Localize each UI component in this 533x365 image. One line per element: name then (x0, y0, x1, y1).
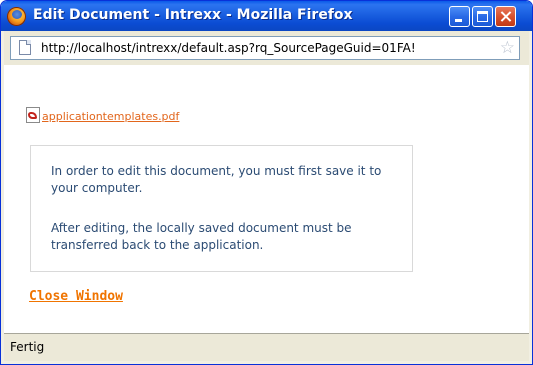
pdf-icon[interactable] (26, 107, 40, 123)
status-text: Fertig (10, 340, 45, 354)
browser-window: Edit Document - Intrexx - Mozilla Firefo… (0, 0, 533, 365)
page-icon (19, 40, 31, 55)
star-icon[interactable]: ☆ (499, 38, 515, 58)
info-box: In order to edit this document, you must… (30, 145, 413, 272)
close-window-link[interactable]: Close Window (29, 289, 123, 304)
firefox-icon (7, 7, 26, 26)
minimize-button[interactable] (449, 6, 470, 27)
status-bar: Fertig (4, 333, 529, 361)
close-button[interactable] (495, 6, 516, 27)
attachment-link[interactable]: applicationtemplates.pdf (42, 110, 179, 123)
address-bar: http://localhost/intrexx/default.asp?rq_… (4, 31, 529, 65)
window-title: Edit Document - Intrexx - Mozilla Firefo… (33, 7, 353, 23)
maximize-button[interactable] (472, 6, 493, 27)
url-text[interactable]: http://localhost/intrexx/default.asp?rq_… (41, 41, 416, 55)
info-paragraph-save: In order to edit this document, you must… (51, 164, 382, 195)
title-bar[interactable]: Edit Document - Intrexx - Mozilla Firefo… (1, 1, 532, 31)
info-paragraph-transfer: After editing, the locally saved documen… (51, 221, 352, 252)
page-content: applicationtemplates.pdf In order to edi… (4, 65, 529, 333)
url-field[interactable]: http://localhost/intrexx/default.asp?rq_… (10, 36, 520, 60)
